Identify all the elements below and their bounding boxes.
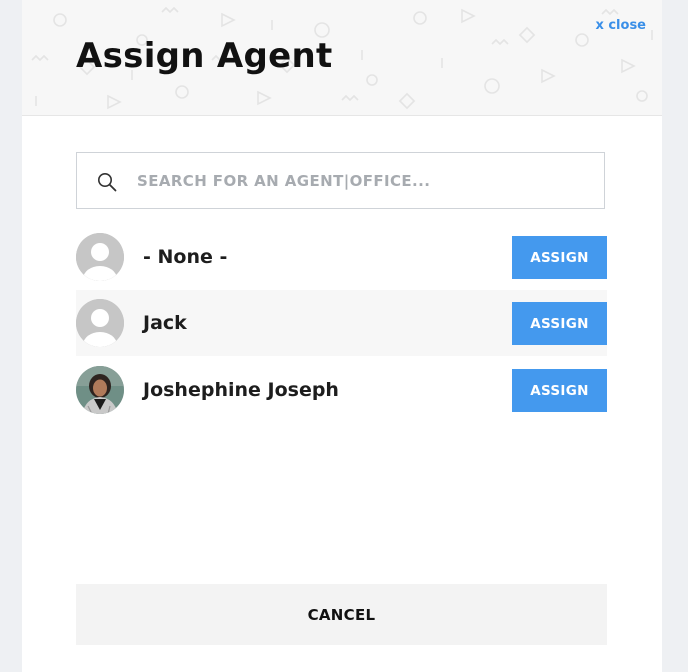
default-avatar-icon: [76, 299, 124, 347]
assign-button[interactable]: ASSIGN: [512, 302, 607, 345]
search-input[interactable]: [137, 153, 592, 208]
cancel-button[interactable]: CANCEL: [76, 584, 607, 645]
agent-photo-avatar: [76, 366, 124, 414]
search-icon: [98, 173, 117, 192]
assign-button[interactable]: ASSIGN: [512, 236, 607, 279]
default-avatar-icon: [76, 233, 124, 281]
agent-row: - None - ASSIGN: [76, 224, 607, 290]
search-box[interactable]: [76, 152, 605, 209]
modal-title: Assign Agent: [76, 36, 333, 76]
modal-header: Assign Agent x close: [22, 0, 662, 116]
assign-agent-modal: Assign Agent x close - None - ASSIGN: [22, 0, 662, 672]
agent-row: Joshephine Joseph ASSIGN: [76, 357, 607, 423]
close-link[interactable]: x close: [595, 18, 646, 33]
assign-button[interactable]: ASSIGN: [512, 369, 607, 412]
agent-name: - None -: [143, 246, 228, 268]
agent-row: Jack ASSIGN: [76, 290, 607, 356]
agent-name: Jack: [143, 312, 187, 334]
agent-name: Joshephine Joseph: [143, 379, 339, 401]
